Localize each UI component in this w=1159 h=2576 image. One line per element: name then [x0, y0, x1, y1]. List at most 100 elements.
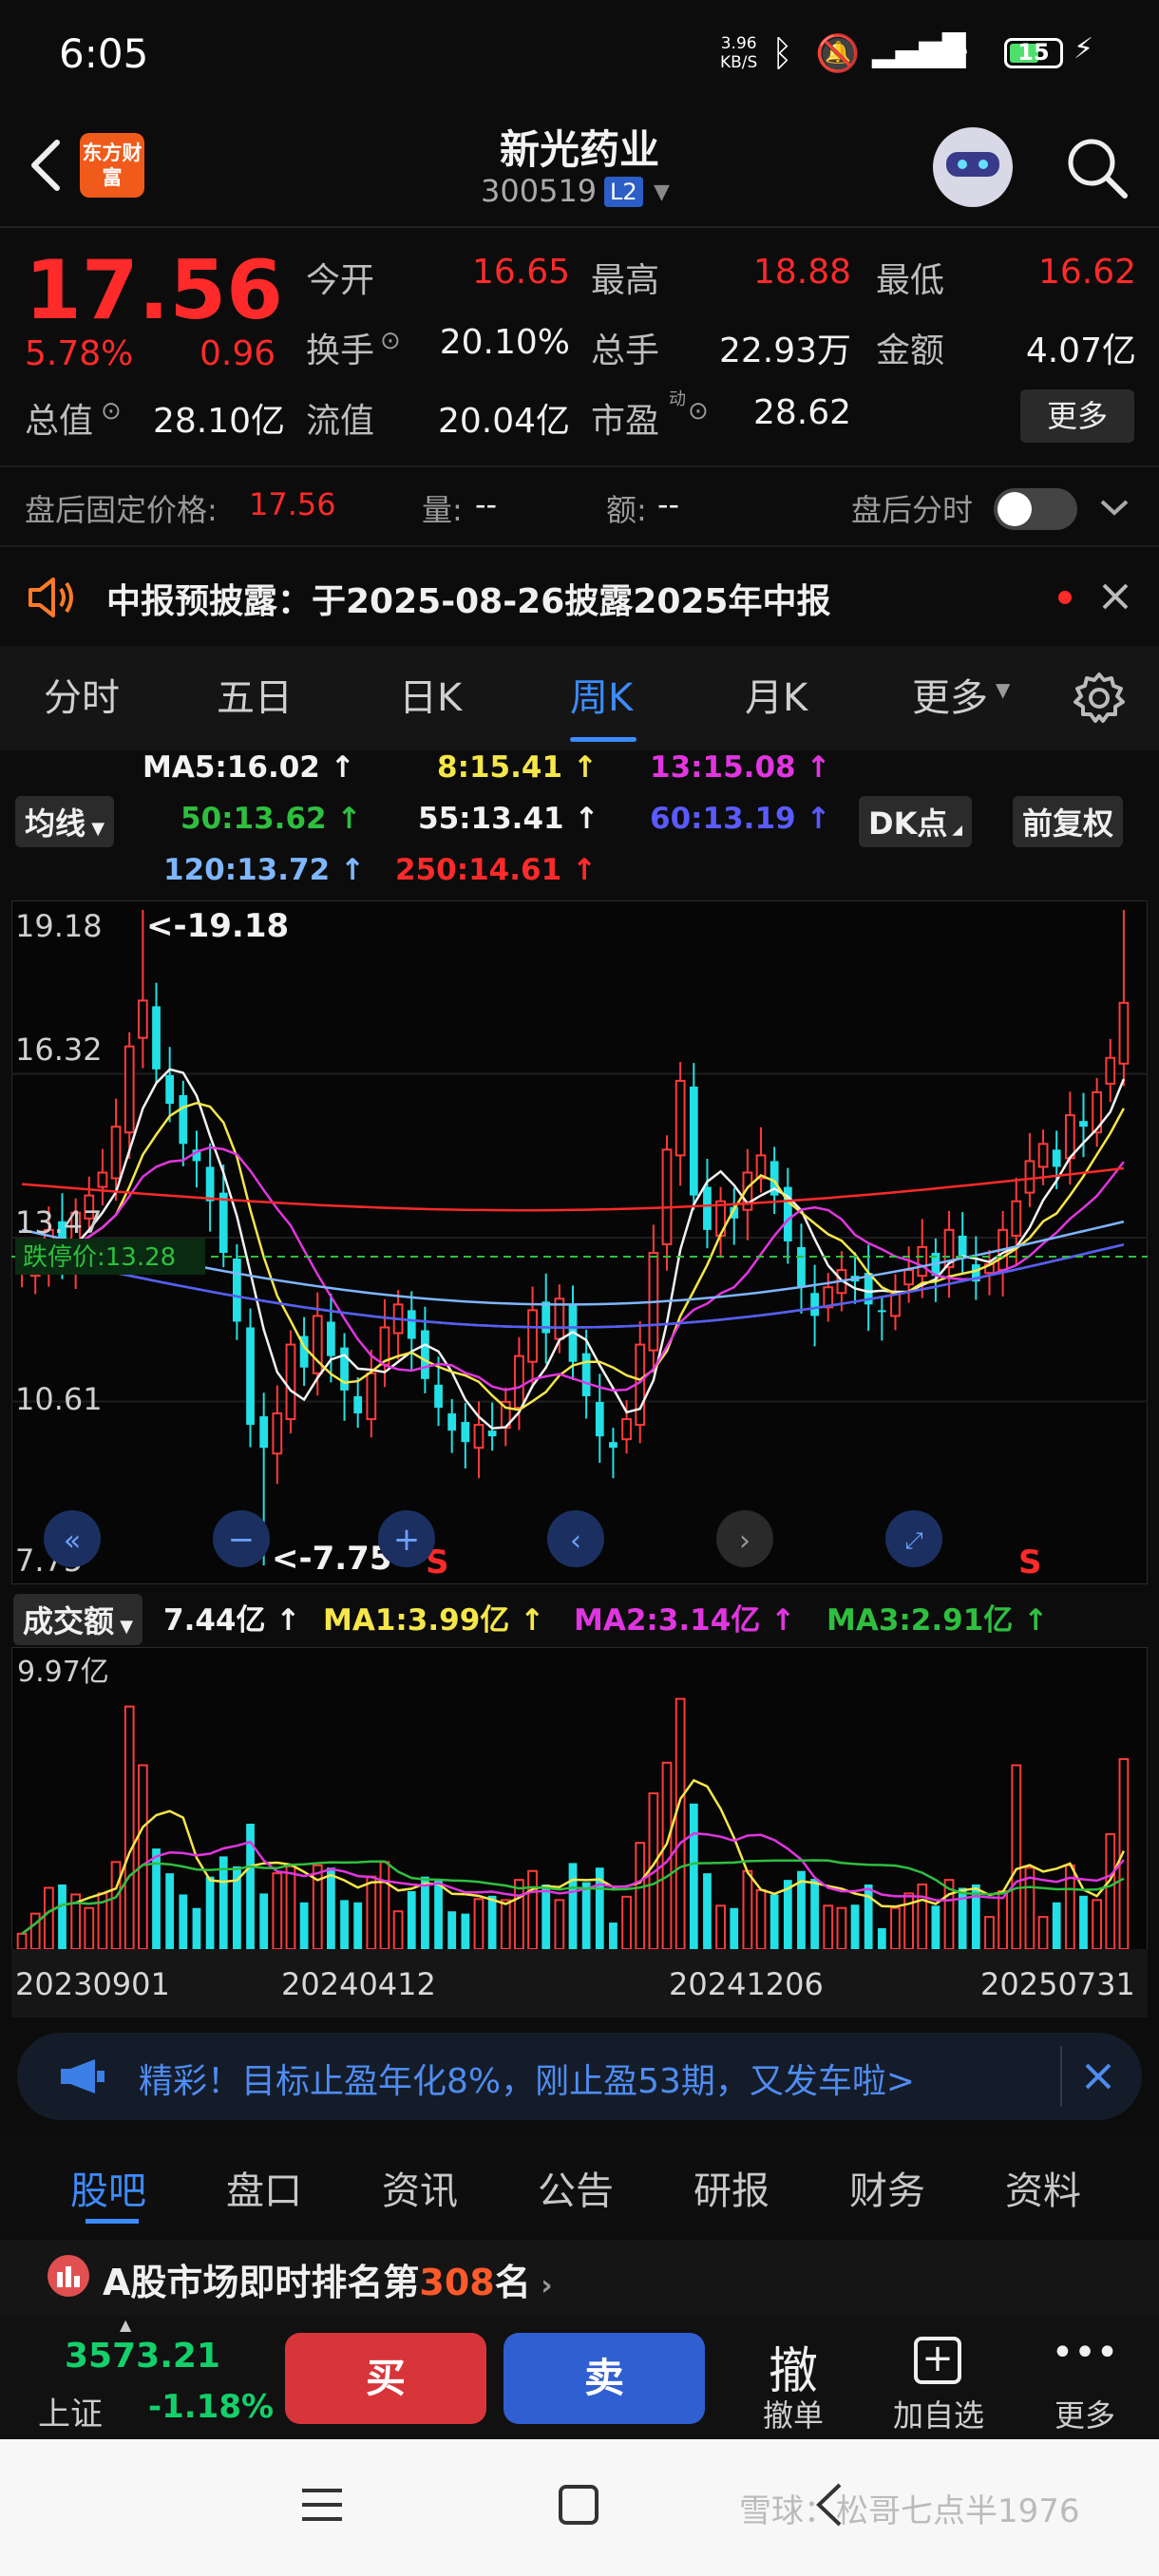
volume-chart[interactable]: 9.97亿 20230901 20240412 20241206 2025073…	[11, 1647, 1148, 2017]
ai-assistant-icon[interactable]	[933, 127, 1013, 207]
more-dots-icon[interactable]: •••	[1036, 2331, 1134, 2375]
gear-icon[interactable]	[1072, 671, 1127, 726]
level2-badge[interactable]: L2	[604, 177, 643, 207]
tab-finance[interactable]: 财务	[849, 2160, 925, 2215]
rank-text[interactable]: A股市场即时排名第308名 ›	[103, 2253, 553, 2305]
home-icon[interactable]	[559, 2485, 598, 2525]
quote-panel: 17.56 5.78% 0.96 今开 16.65 最高 18.88 最低 16…	[0, 230, 1159, 458]
ma-toggle-button[interactable]: 均线 ▼	[15, 796, 115, 847]
candle	[421, 1330, 429, 1379]
pe-label: 市盈	[591, 402, 660, 441]
volume-bar	[124, 1705, 135, 1951]
scroll-left-fast-button[interactable]: «	[44, 1510, 101, 1567]
volume-bar	[621, 1895, 632, 1950]
zoom-in-button[interactable]: +	[378, 1510, 435, 1567]
volume-ma3: MA3:2.91亿 ↑	[826, 1603, 1049, 1638]
more-quote-button[interactable]: 更多	[1020, 389, 1134, 443]
add-watchlist-button[interactable]: 加自选	[884, 2392, 994, 2435]
kline-chart[interactable]: 跌停价:13.28 19.18 16.32 13.47 10.61 7.75 <…	[11, 900, 1148, 1584]
more-button[interactable]: 更多	[1036, 2392, 1134, 2435]
svg-text:›: ›	[739, 1525, 750, 1558]
volume-bar	[609, 1923, 618, 1949]
dk-point-button[interactable]: DK点 ◢	[859, 796, 973, 847]
zoom-out-button[interactable]: −	[213, 1510, 270, 1567]
volume-toggle-button[interactable]: 成交额 ▼	[13, 1594, 143, 1645]
volume-bar	[635, 1842, 646, 1950]
volume-bar	[730, 1907, 739, 1949]
tab-profile[interactable]: 资料	[1005, 2160, 1081, 2215]
rank-row[interactable]: A股市场即时排名第308名 ›	[0, 2240, 1159, 2316]
buy-button[interactable]: 买	[285, 2333, 486, 2424]
candle	[661, 1148, 673, 1245]
volume-bar	[1105, 1833, 1116, 1950]
add-watchlist-icon[interactable]: +	[914, 2337, 961, 2384]
chevron-down-icon[interactable]	[1098, 496, 1130, 519]
svg-text:«: «	[64, 1525, 81, 1558]
tab-timeshare[interactable]: 分时	[44, 667, 120, 722]
candle	[674, 1079, 686, 1157]
sell-button[interactable]: 卖	[504, 2333, 705, 2424]
close-icon[interactable]	[1083, 2061, 1113, 2092]
tab-research[interactable]: 研报	[694, 2160, 770, 2215]
index-value[interactable]: 3573.21	[65, 2337, 220, 2376]
volume-bar	[527, 1869, 538, 1950]
status-time: 6:05	[59, 30, 149, 77]
candle	[165, 1074, 175, 1105]
volume-bar	[810, 1879, 819, 1949]
scroll-left-button[interactable]: ‹	[547, 1510, 604, 1567]
after-volume-label: 量:	[422, 492, 463, 528]
info-icon[interactable]: ⊙	[380, 327, 401, 355]
volume-bar	[1092, 1899, 1103, 1950]
volume-bar	[29, 1912, 41, 1950]
watermark: 雪球：松哥七点半1976	[739, 2492, 1080, 2530]
index-name[interactable]: 上证	[38, 2388, 103, 2434]
tab-news[interactable]: 资讯	[382, 2160, 458, 2215]
tab-announcements[interactable]: 公告	[538, 2160, 614, 2215]
notice-text[interactable]: 中报预披露：于2025-08-26披露2025年中报	[106, 574, 830, 623]
close-icon[interactable]	[1100, 581, 1130, 612]
cancel-order-button[interactable]: 撤单	[741, 2392, 846, 2435]
index-change[interactable]: -1.18%	[148, 2388, 274, 2426]
promo-text[interactable]: 精彩！目标止盈年化8%，刚止盈53期，又发车啦>	[139, 2054, 915, 2103]
tab-more[interactable]: 更多	[912, 667, 988, 722]
candle	[205, 1166, 215, 1202]
scroll-right-button[interactable]: ›	[716, 1510, 773, 1567]
x-label-3: 20241206	[669, 1966, 824, 2002]
tab-five-day[interactable]: 五日	[217, 667, 293, 722]
info-icon[interactable]: ⊙	[688, 397, 709, 426]
promo-banner[interactable]: 精彩！目标止盈年化8%，刚止盈53期，又发车啦>	[17, 2033, 1142, 2120]
tab-daily-k[interactable]: 日K	[399, 667, 462, 722]
tab-order-book[interactable]: 盘口	[226, 2160, 302, 2215]
tab-monthly-k[interactable]: 月K	[745, 667, 808, 722]
tab-weekly-k[interactable]: 周K	[570, 667, 633, 722]
caret-down-icon[interactable]: ▼	[996, 678, 1010, 701]
last-price: 17.56	[25, 243, 284, 338]
divider	[1060, 2046, 1062, 2107]
fullscreen-button[interactable]: ⤢	[885, 1510, 942, 1567]
volume-bar	[379, 1861, 390, 1950]
after-timeshare-toggle[interactable]	[994, 488, 1077, 530]
volume-bar	[823, 1904, 834, 1951]
after-amount-value: --	[657, 486, 680, 522]
candle	[487, 1430, 497, 1437]
open-label: 今开	[306, 261, 375, 300]
candle	[810, 1293, 819, 1316]
tab-forum[interactable]: 股吧	[70, 2160, 146, 2215]
menu-icon[interactable]	[300, 2485, 344, 2525]
candle	[246, 1327, 255, 1426]
info-icon[interactable]: ⊙	[101, 397, 122, 426]
notice-bar[interactable]: 中报预披露：于2025-08-26披露2025年中报	[0, 549, 1159, 644]
volume-bar	[407, 1890, 416, 1949]
trade-action-bar: ▲ 3573.21 上证 -1.18% 买 卖 撤 撤单 + 加自选 ••• 更…	[0, 2316, 1159, 2439]
volume-bar	[581, 1882, 591, 1949]
volume-bar	[689, 1803, 698, 1949]
price-adjust-button[interactable]: 前复权	[1013, 796, 1124, 847]
search-icon[interactable]	[1062, 133, 1130, 201]
float-cap-label: 流值	[306, 402, 375, 441]
stock-code[interactable]: 300519	[481, 173, 597, 209]
chevron-down-icon[interactable]: ▼	[654, 180, 670, 204]
volume-bar	[487, 1895, 497, 1949]
candle	[527, 1309, 538, 1363]
y-label-2: 16.32	[15, 1032, 103, 1068]
volume-bar	[58, 1884, 66, 1949]
